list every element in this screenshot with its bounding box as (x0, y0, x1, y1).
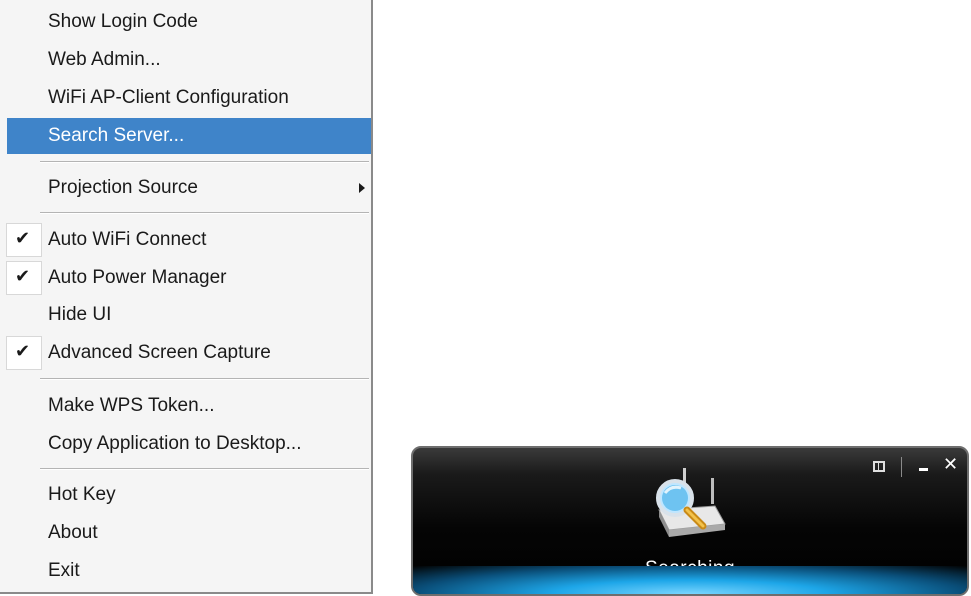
close-icon[interactable]: ✕ (943, 454, 958, 475)
menu-item-advanced-screen-capture[interactable]: ✔ Advanced Screen Capture (0, 335, 371, 371)
menu-item-label: Auto Power Manager (48, 267, 227, 288)
menu-item-label: Hot Key (48, 484, 116, 505)
checkmark-box: ✔ (6, 336, 42, 370)
menu-item-hide-ui[interactable]: Hide UI (0, 297, 371, 333)
router-search-icon (649, 466, 729, 546)
menu-separator (40, 378, 369, 380)
menu-separator (40, 212, 369, 214)
menu-item-copy-application-to-desktop[interactable]: Copy Application to Desktop... (0, 426, 371, 462)
menu-item-label: Show Login Code (48, 11, 198, 32)
menu-item-label: Make WPS Token... (48, 395, 215, 416)
checkmark-icon: ✔ (15, 266, 31, 287)
menu-item-label: Projection Source (48, 177, 198, 198)
submenu-arrow-icon (359, 183, 365, 193)
menu-item-label: Copy Application to Desktop... (48, 433, 302, 454)
control-divider (901, 457, 902, 477)
menu-item-label: About (48, 522, 98, 543)
status-glow-bar (413, 566, 967, 594)
checkmark-icon: ✔ (15, 228, 31, 249)
menu-item-auto-power-manager[interactable]: ✔ Auto Power Manager (0, 260, 371, 296)
menu-item-auto-wifi-connect[interactable]: ✔ Auto WiFi Connect (0, 222, 371, 258)
menu-item-web-admin[interactable]: Web Admin... (0, 42, 371, 78)
menu-item-label: Auto WiFi Connect (48, 229, 207, 250)
menu-item-wifi-ap-client-configuration[interactable]: WiFi AP-Client Configuration (0, 80, 371, 116)
menu-item-about[interactable]: About (0, 515, 371, 551)
menu-item-label: Exit (48, 560, 80, 581)
menu-item-exit[interactable]: Exit (0, 553, 371, 589)
menu-item-search-server[interactable]: Search Server... (7, 118, 371, 154)
menu-item-projection-source[interactable]: Projection Source (0, 170, 371, 206)
menu-item-show-login-code[interactable]: Show Login Code (0, 4, 371, 40)
menu-separator (40, 468, 369, 470)
context-menu: Show Login Code Web Admin... WiFi AP-Cli… (0, 0, 373, 594)
menu-item-label: Search Server... (48, 125, 185, 146)
menu-separator (40, 161, 369, 163)
menu-item-label: WiFi AP-Client Configuration (48, 87, 289, 108)
menu-item-label: Hide UI (48, 304, 112, 325)
checkmark-icon: ✔ (15, 341, 31, 362)
menu-item-make-wps-token[interactable]: Make WPS Token... (0, 388, 371, 424)
checkmark-box: ✔ (6, 261, 42, 295)
menu-item-hot-key[interactable]: Hot Key (0, 477, 371, 513)
menu-item-label: Advanced Screen Capture (48, 342, 271, 363)
searching-widget: ✕ Searching (411, 446, 969, 596)
menu-item-label: Web Admin... (48, 49, 161, 70)
restore-icon[interactable] (873, 461, 885, 472)
checkmark-box: ✔ (6, 223, 42, 257)
minimize-icon[interactable] (919, 468, 928, 471)
